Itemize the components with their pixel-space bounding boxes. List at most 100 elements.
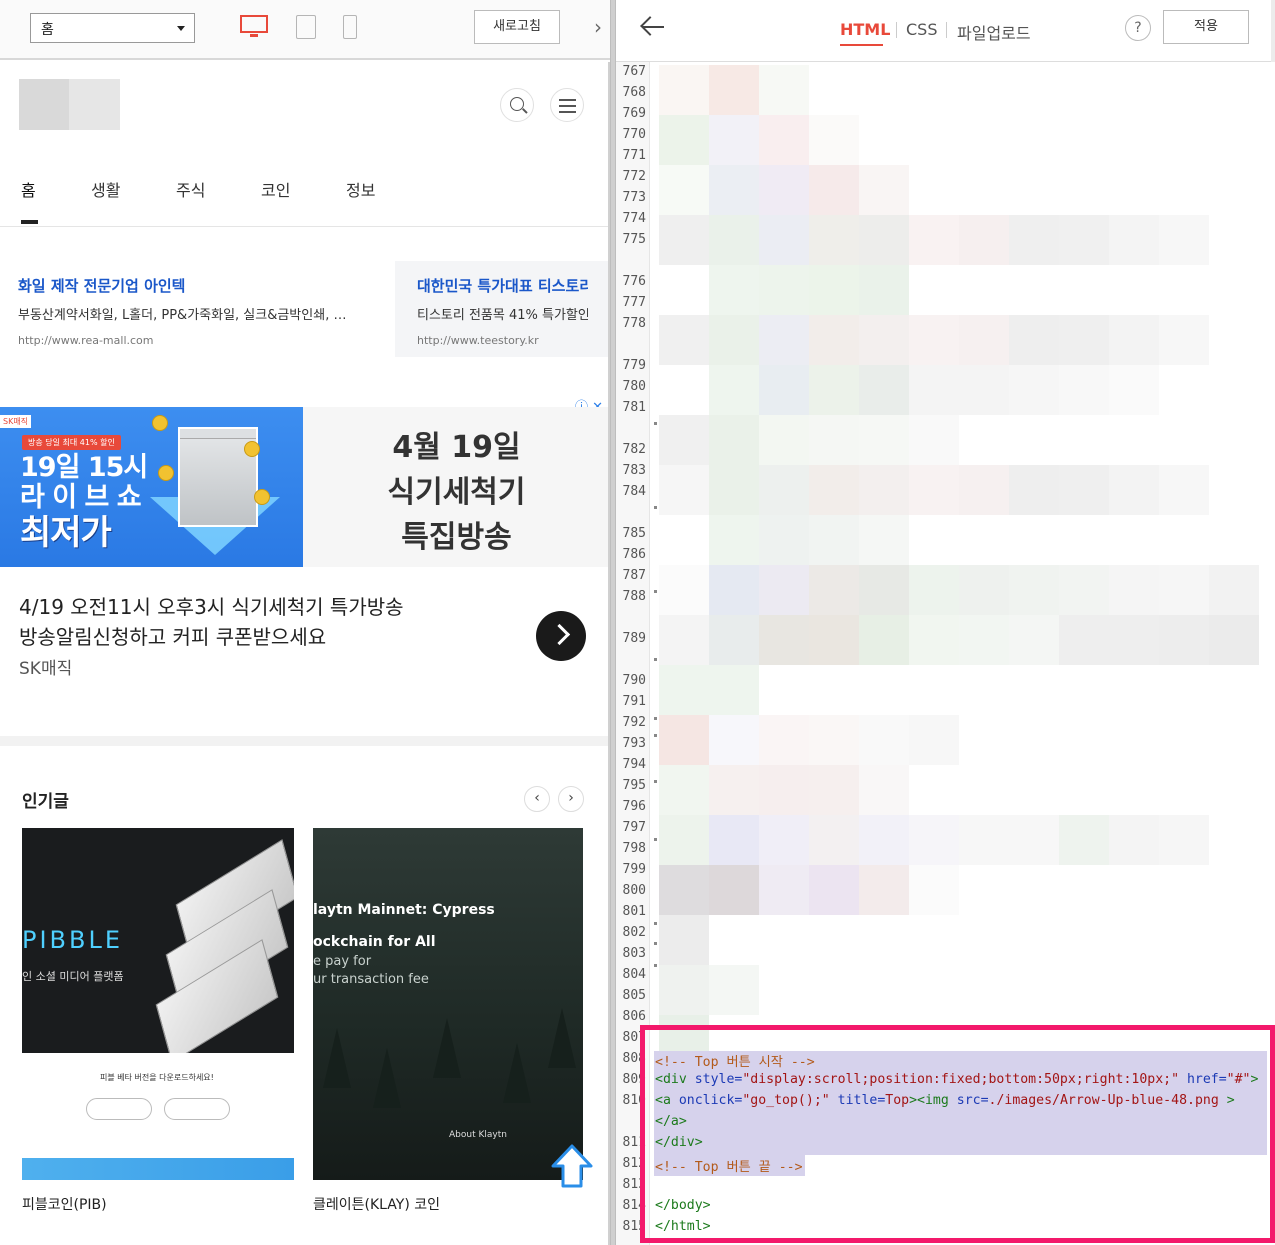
tablet-view-icon[interactable] [296,15,316,39]
blurred-code-block [759,65,809,115]
refresh-button[interactable]: 새로고침 [474,10,560,44]
nav-home[interactable]: 홈 [21,177,36,201]
blurred-code-block [709,865,759,915]
thumb-title: ockchain for All [313,934,436,950]
code-fragment [654,590,657,593]
blurred-code-block [659,965,709,1015]
store-badge [164,1098,230,1120]
line-number: 774 [622,211,646,226]
line-number: 771 [622,148,646,163]
blurred-code-block [1159,465,1209,515]
blurred-code-block [709,265,759,315]
tab-file-upload[interactable]: 파일업로드 [957,20,1031,44]
blurred-code-block [759,865,809,915]
blurred-code-block [759,115,809,165]
blurred-code-block [859,765,909,815]
text-ad[interactable]: 화일 제작 전문기업 아인텍 부동산계약서화일, L홀더, PP&가죽화일, 실… [0,261,395,357]
carousel-prev-button[interactable]: ‹ [524,786,550,812]
line-number: 782 [622,442,646,457]
post-card[interactable]: PIBBLE 인 소셜 미디어 플랫폼 피블 베타 버전을 다운로드하세요! 피… [22,828,294,1214]
nav-stock[interactable]: 주식 [176,177,205,201]
chevron-down-icon [177,26,185,31]
line-number: 796 [622,799,646,814]
blog-logo[interactable] [19,79,120,130]
tab-css[interactable]: CSS [906,20,937,39]
arrow-up-icon[interactable] [547,1142,597,1190]
post-thumbnail[interactable]: laytn Mainnet: Cypress ockchain for All … [313,828,583,1180]
line-number: 775 [622,232,646,247]
thumb-subtitle: ur transaction fee [313,972,429,987]
line-number: 779 [622,358,646,373]
nav-active-indicator [21,220,38,224]
display-ad: ⓘ ✕ SK매직 방송 당일 최대 41% 할인 19일 15시 라 이 브 쇼… [0,396,610,706]
ad-copy-line: 방송알림신청하고 커피 쿠폰받으세요 [19,625,327,649]
blurred-code-block [759,365,809,415]
line-number: 789 [622,631,646,646]
thumb-caption: About Klaytn [449,1130,507,1140]
tree-graphic [433,1018,461,1078]
line-number: 772 [622,169,646,184]
blurred-code-block [659,615,709,665]
carousel-next-button[interactable]: › [558,786,584,812]
nav-life[interactable]: 생활 [91,177,120,201]
blurred-code-block [709,115,759,165]
blurred-code-block [809,165,859,215]
blurred-code-block [1059,215,1109,265]
blurred-code-block [759,215,809,265]
tree-graphic [548,1008,576,1068]
mobile-view-icon[interactable] [343,15,357,39]
desktop-view-icon[interactable] [240,15,268,37]
page-select[interactable]: 홈 [30,13,195,43]
text-ad[interactable]: 대한민국 특가대표 티스토리 티스토리 전품목 41% 특가할인, http:/… [395,261,610,357]
search-button[interactable] [500,88,534,122]
line-number: 803 [622,946,646,961]
blurred-code-block [809,465,859,515]
blurred-code-block [809,215,859,265]
ad-sponsor: SK매직 [19,659,73,679]
blurred-code-block [659,165,709,215]
tab-separator [896,22,897,38]
code-fragment [654,422,657,425]
line-number: 806 [622,1009,646,1024]
blurred-code-block [1009,615,1059,665]
page-select-value: 홈 [41,22,54,38]
post-card-title[interactable]: 피블코인(PIB) [22,1194,294,1214]
post-thumbnail[interactable]: PIBBLE 인 소셜 미디어 플랫폼 피블 베타 버전을 다운로드하세요! [22,828,294,1180]
editor-scrollbar[interactable] [1271,0,1275,62]
blurred-code-block [709,315,759,365]
text-ad-title[interactable]: 화일 제작 전문기업 아인텍 [18,275,377,296]
blurred-code-block [1109,365,1159,415]
ad-copy[interactable]: 4/19 오전11시 오후3시 식기세척기 특가방송 방송알림신청하고 커피 쿠… [19,592,519,679]
blurred-code-block [809,715,859,765]
back-arrow-icon[interactable] [640,15,666,39]
collapse-pane-button[interactable]: › [586,0,610,58]
apply-button[interactable]: 적용 [1163,10,1249,44]
blurred-code-block [1059,565,1109,615]
blurred-code-block [909,315,959,365]
code-fragment [654,780,657,783]
nav-coin[interactable]: 코인 [261,177,290,201]
help-button[interactable]: ? [1125,15,1151,41]
text-ad-title[interactable]: 대한민국 특가대표 티스토리 [417,275,588,296]
blurred-code-block [709,565,759,615]
line-number: 790 [622,673,646,688]
menu-button[interactable] [550,88,584,122]
post-card-title[interactable]: 클레이튼(KLAY) 코인 [313,1194,583,1214]
line-number: 770 [622,127,646,142]
ad-headline-panel[interactable]: 4월 19일 식기세척기 특집방송 [303,407,610,567]
ad-banner-image[interactable]: SK매직 방송 당일 최대 41% 할인 19일 15시 라 이 브 쇼 최저가 [0,407,303,567]
nav-info[interactable]: 정보 [346,177,375,201]
tab-html[interactable]: HTML [840,20,890,39]
thumb-subtitle: 인 소셜 미디어 플랫폼 [22,970,124,983]
text-ad-url[interactable]: http://www.rea-mall.com [18,334,377,347]
text-ad-url[interactable]: http://www.teestory.kr [417,334,588,347]
blurred-code-block [1009,365,1059,415]
code-fragment [654,964,657,967]
blurred-code-block [659,265,709,315]
post-card[interactable]: laytn Mainnet: Cypress ockchain for All … [313,828,583,1214]
blurred-code-block [1059,615,1109,665]
line-number: 791 [622,694,646,709]
blurred-code-block [1009,565,1059,615]
ad-next-button[interactable] [536,611,586,661]
blurred-code-block [809,765,859,815]
